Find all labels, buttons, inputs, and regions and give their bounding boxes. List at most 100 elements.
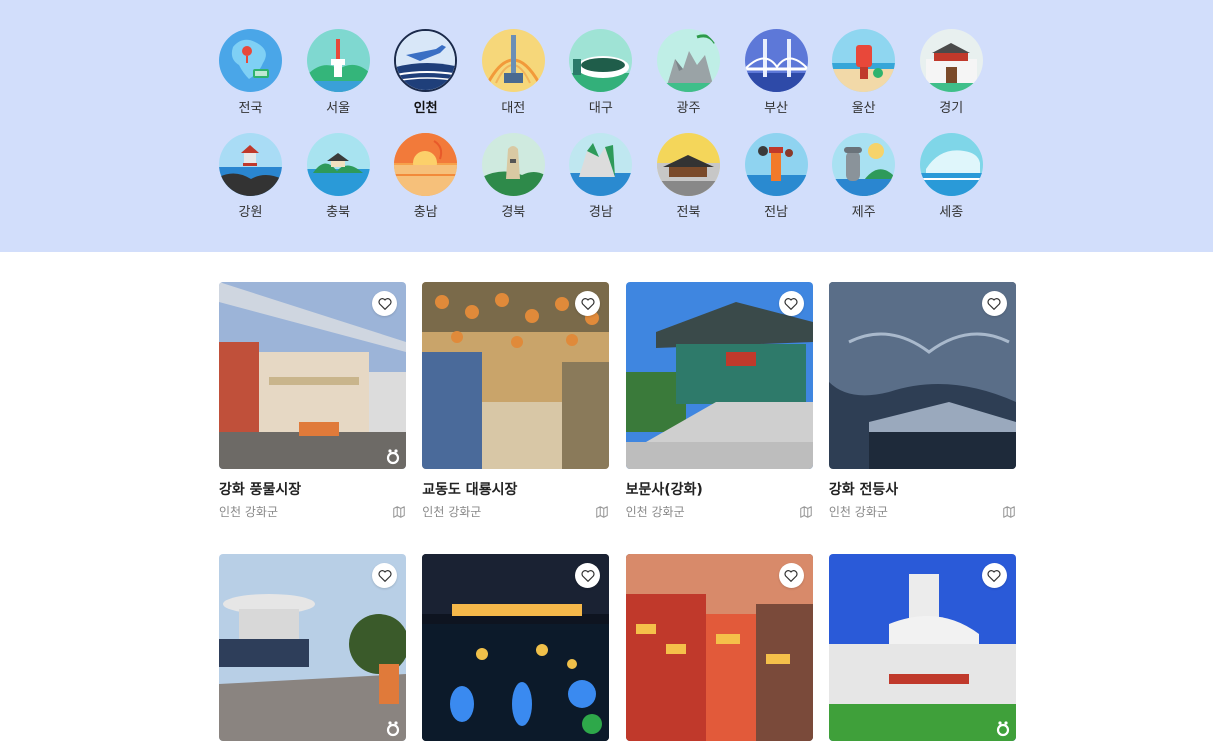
gwangju-mountain-icon bbox=[656, 29, 720, 92]
place-photo bbox=[828, 282, 1016, 469]
favorite-button[interactable] bbox=[778, 563, 804, 588]
region-item-ulsan[interactable]: 울산 bbox=[832, 29, 896, 117]
place-location: 인천 강화군 bbox=[219, 505, 279, 519]
gyeongnam-cliffs-icon bbox=[569, 133, 633, 196]
place-photo bbox=[422, 554, 610, 741]
place-meta: 인천 강화군 bbox=[626, 503, 813, 520]
heart-icon bbox=[581, 569, 595, 582]
region-item-gyeongbuk[interactable]: 경북 bbox=[481, 133, 545, 221]
region-label: 강원 bbox=[238, 205, 263, 220]
place-card[interactable]: 교동도 대룡시장 인천 강화군 bbox=[422, 282, 610, 520]
place-card[interactable]: 강화 풍물시장 인천 강화군 bbox=[219, 282, 406, 520]
favorite-button[interactable] bbox=[981, 563, 1007, 588]
place-card[interactable] bbox=[625, 554, 813, 741]
region-label: 울산 bbox=[851, 101, 876, 116]
place-photo bbox=[625, 282, 813, 469]
favorite-button[interactable] bbox=[778, 291, 804, 316]
region-item-sejong[interactable]: 세종 bbox=[919, 133, 983, 221]
region-label: 경남 bbox=[588, 205, 613, 220]
watermark-icon bbox=[386, 449, 400, 465]
jeonnam-lighthouse-icon bbox=[744, 133, 808, 196]
place-card[interactable] bbox=[828, 554, 1016, 741]
place-photo bbox=[219, 554, 406, 741]
region-label: 대전 bbox=[501, 101, 526, 116]
daegu-stadium-icon bbox=[569, 29, 633, 92]
region-item-chungnam[interactable]: 충남 bbox=[394, 133, 458, 221]
place-card[interactable]: 보문사(강화) 인천 강화군 bbox=[625, 282, 813, 520]
region-item-jeonbuk[interactable]: 전북 bbox=[656, 133, 720, 221]
place-card-grid: 강화 풍물시장 인천 강화군 교동도 대룡시장 인천 강화군 보문사(강화) 인… bbox=[219, 282, 1016, 741]
place-card[interactable] bbox=[422, 554, 610, 741]
busan-bridge-icon bbox=[744, 29, 808, 92]
place-card[interactable]: 강화 전등사 인천 강화군 bbox=[828, 282, 1016, 520]
place-photo bbox=[625, 554, 813, 741]
region-label: 충북 bbox=[326, 205, 351, 220]
favorite-button[interactable] bbox=[372, 563, 397, 588]
place-title: 강화 풍물시장 bbox=[219, 482, 302, 498]
heart-icon bbox=[987, 569, 1001, 582]
region-item-nationwide[interactable]: 전국 bbox=[219, 29, 282, 117]
gangwon-pavilion-icon bbox=[219, 133, 282, 196]
region-item-gwangju[interactable]: 광주 bbox=[656, 29, 720, 117]
korea-map-icon bbox=[219, 29, 282, 92]
jeonbuk-hanok-icon bbox=[656, 133, 720, 196]
region-label: 경기 bbox=[939, 101, 964, 116]
place-title: 보문사(강화) bbox=[625, 482, 703, 498]
region-item-busan[interactable]: 부산 bbox=[744, 29, 808, 117]
region-item-daegu[interactable]: 대구 bbox=[569, 29, 633, 117]
gyeongbuk-observatory-icon bbox=[481, 133, 545, 196]
watermark-icon bbox=[386, 721, 400, 737]
chungbuk-island-icon bbox=[306, 133, 370, 196]
place-card[interactable] bbox=[219, 554, 406, 741]
map-icon[interactable] bbox=[1002, 505, 1016, 519]
region-label: 제주 bbox=[851, 205, 876, 220]
region-item-gangwon[interactable]: 강원 bbox=[219, 133, 282, 221]
heart-icon bbox=[784, 569, 798, 582]
region-item-daejeon[interactable]: 대전 bbox=[481, 29, 545, 117]
heart-icon bbox=[377, 297, 392, 310]
region-label: 경북 bbox=[501, 205, 526, 220]
place-location: 인천 강화군 bbox=[625, 505, 685, 519]
region-label: 전남 bbox=[764, 205, 789, 220]
place-meta: 인천 강화군 bbox=[219, 503, 406, 520]
daejeon-tower-icon bbox=[481, 29, 545, 92]
gyeonggi-fortress-icon bbox=[919, 29, 983, 92]
place-title: 교동도 대룡시장 bbox=[422, 482, 518, 498]
region-item-chungbuk[interactable]: 충북 bbox=[306, 133, 370, 221]
place-location: 인천 강화군 bbox=[422, 505, 482, 519]
heart-icon bbox=[784, 297, 798, 310]
place-location: 인천 강화군 bbox=[828, 505, 888, 519]
favorite-button[interactable] bbox=[372, 291, 397, 316]
region-label: 전국 bbox=[238, 101, 263, 116]
region-item-jeju[interactable]: 제주 bbox=[832, 133, 896, 221]
place-photo bbox=[219, 282, 406, 469]
place-title: 강화 전등사 bbox=[828, 482, 899, 498]
map-icon[interactable] bbox=[392, 505, 406, 519]
favorite-button[interactable] bbox=[981, 291, 1007, 316]
seoul-tower-icon bbox=[306, 29, 370, 92]
incheon-airport-icon bbox=[394, 29, 458, 92]
chungnam-sunset-icon bbox=[394, 133, 458, 196]
region-item-gyeonggi[interactable]: 경기 bbox=[919, 29, 983, 117]
region-item-gyeongnam[interactable]: 경남 bbox=[569, 133, 633, 221]
region-item-jeonnam[interactable]: 전남 bbox=[744, 133, 808, 221]
region-label: 세종 bbox=[939, 205, 964, 220]
heart-icon bbox=[987, 297, 1001, 310]
region-item-seoul[interactable]: 서울 bbox=[306, 29, 370, 117]
jeju-dolhareubang-icon bbox=[832, 133, 896, 196]
place-photo bbox=[422, 282, 610, 469]
region-label: 서울 bbox=[326, 101, 351, 116]
sejong-building-icon bbox=[919, 133, 983, 196]
place-photo bbox=[828, 554, 1016, 741]
region-label: 부산 bbox=[764, 101, 789, 116]
place-meta: 인천 강화군 bbox=[422, 503, 609, 520]
map-icon[interactable] bbox=[799, 505, 813, 519]
heart-icon bbox=[377, 569, 392, 582]
place-meta: 인천 강화군 bbox=[829, 503, 1016, 520]
region-label: 대구 bbox=[588, 101, 613, 116]
region-label: 광주 bbox=[676, 101, 701, 116]
region-item-incheon[interactable]: 인천 bbox=[394, 29, 458, 117]
map-icon[interactable] bbox=[595, 505, 609, 519]
watermark-icon bbox=[996, 721, 1009, 737]
region-grid: 전국 서울 인천 대전 대구 광주 부산 울산 경기 강원 충북 충남 경북 경… bbox=[219, 29, 1009, 221]
